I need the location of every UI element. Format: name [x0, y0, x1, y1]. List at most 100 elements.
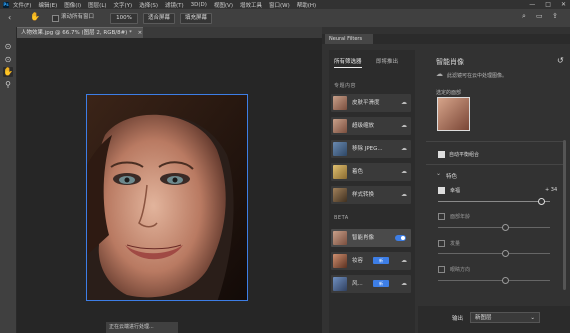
cloud-download-icon[interactable]: ☁ [400, 280, 408, 288]
cloud-download-icon[interactable]: ☁ [400, 145, 408, 153]
hair-thickness-label: 发量 [450, 241, 461, 247]
close-button[interactable]: ✕ [561, 1, 566, 8]
filter-style-transfer[interactable]: 样式转换 ☁ [331, 186, 411, 204]
filter-thumbnail [333, 119, 347, 133]
menu-3d[interactable]: 3D(D) [191, 2, 207, 8]
facial-age-checkbox[interactable] [438, 213, 445, 220]
filter-jpeg-artifacts[interactable]: 移除 JPEG... ☁ [331, 140, 411, 158]
search-icon[interactable]: ⌕ [522, 12, 526, 21]
scroll-all-checkbox[interactable] [52, 15, 59, 22]
filter-label: 样式转换 [352, 192, 375, 198]
menu-help[interactable]: 帮助(H) [297, 1, 316, 9]
scroll-all-label: 滚动所有窗口 [61, 14, 95, 20]
detail-scrollbar[interactable] [563, 140, 566, 290]
fill-screen-button[interactable]: 填充屏幕 [180, 13, 212, 24]
category-portraits: 专题内容 [334, 83, 357, 89]
menu-window[interactable]: 窗口(W) [269, 1, 290, 9]
selected-face-label: 选定的面部 [436, 90, 462, 96]
filter-label: 着色 [352, 169, 364, 175]
filter-colorize[interactable]: 着色 ☁ [331, 163, 411, 181]
cloud-download-icon[interactable]: ☁ [400, 122, 408, 130]
filter-thumbnail [333, 277, 347, 291]
zoom-tool-icon[interactable]: ⚲ [3, 80, 13, 90]
happiness-checkbox[interactable] [438, 187, 445, 194]
new-badge: 新 [373, 257, 389, 264]
filter-makeup-transfer[interactable]: 妆容 新 ☁ [331, 252, 411, 270]
tools-panel: ⊙ ⊙ ✋ ⚲ [0, 27, 17, 333]
neural-filters-tab[interactable]: Neural Filters [325, 34, 373, 44]
brush-tool-icon[interactable]: ⊙ [3, 55, 13, 65]
menu-layer[interactable]: 图层(L) [88, 1, 106, 9]
happiness-slider-track[interactable] [438, 201, 550, 202]
cloud-icon: ☁ [436, 70, 443, 78]
output-select[interactable]: 新图层 ⌄ [470, 312, 540, 323]
filter-thumbnail [333, 165, 347, 179]
tab-all-filters[interactable]: 所有筛选器 [334, 57, 362, 68]
menu-type[interactable]: 文字(Y) [114, 1, 133, 9]
document-tab[interactable]: 人物效果.jpg @ 66.7% (图层 2, RGB/8#) * × [17, 27, 143, 38]
filter-thumbnail [333, 96, 347, 110]
maximize-button[interactable]: □ [545, 1, 551, 8]
menu-plugins[interactable]: 增效工具 [240, 1, 262, 9]
eye-direction-slider-track[interactable] [438, 280, 550, 281]
new-badge: 新 [373, 280, 389, 287]
hair-thickness-slider-knob[interactable] [502, 250, 509, 257]
filter-super-zoom[interactable]: 超级缩放 ☁ [331, 117, 411, 135]
hair-thickness-checkbox[interactable] [438, 240, 445, 247]
divider [426, 164, 566, 165]
filter-enable-toggle[interactable] [395, 235, 406, 241]
hand-tool-icon[interactable]: ✋ [30, 12, 40, 22]
menu-file[interactable]: 文件(F) [13, 1, 31, 9]
menu-edit[interactable]: 编辑(E) [38, 1, 57, 9]
share-icon[interactable]: ⇪ [552, 12, 558, 20]
facial-age-slider-track[interactable] [438, 227, 550, 228]
tab-waitlist[interactable]: 即将推出 [376, 57, 398, 65]
filter-label: 妆容 [352, 258, 364, 264]
minimize-button[interactable]: — [529, 1, 535, 8]
processing-status: 正在云端进行处理... [106, 322, 178, 333]
menu-image[interactable]: 图像(I) [64, 1, 81, 9]
cloud-download-icon[interactable]: ☁ [400, 257, 408, 265]
document-tab-title: 人物效果.jpg @ 66.7% (图层 2, RGB/8#) * [21, 30, 132, 36]
happiness-label: 幸福 [450, 188, 461, 194]
menu-select[interactable]: 选择(S) [139, 1, 158, 9]
detail-title: 智能肖像 [436, 58, 464, 66]
section-label: 特色 [446, 174, 458, 180]
section-expand-icon[interactable]: ⌄ [436, 170, 441, 177]
filter-label: 超级缩放 [352, 123, 375, 129]
eye-direction-slider-knob[interactable] [502, 277, 509, 284]
menu-bar: Ps 文件(F) 编辑(E) 图像(I) 图层(L) 文字(Y) 选择(S) 滤… [0, 0, 570, 9]
auto-balance-checkbox[interactable] [438, 151, 445, 158]
cloud-download-icon[interactable]: ☁ [400, 191, 408, 199]
filter-smart-portrait[interactable]: 智能肖像 [331, 229, 411, 247]
cloud-download-icon[interactable]: ☁ [400, 168, 408, 176]
filter-skin-smoothing[interactable]: 皮肤平滑度 ☁ [331, 94, 411, 112]
happiness-slider-knob[interactable] [538, 198, 545, 205]
zoom-value-field[interactable]: 100% [110, 13, 138, 24]
filter-thumbnail [333, 254, 347, 268]
menu-view[interactable]: 视图(V) [214, 1, 233, 9]
face-tool-icon[interactable]: ⊙ [3, 42, 13, 52]
hair-thickness-slider-track[interactable] [438, 253, 550, 254]
eye-direction-label: 眼睛方向 [450, 267, 471, 273]
fit-screen-button[interactable]: 适合屏幕 [143, 13, 175, 24]
portrait-photo[interactable] [86, 94, 248, 301]
cloud-download-icon[interactable]: ☁ [400, 99, 408, 107]
reset-icon[interactable]: ↺ [557, 56, 564, 65]
facial-age-slider-knob[interactable] [502, 224, 509, 231]
happiness-value: + 34 [545, 187, 558, 193]
filter-thumbnail [333, 188, 347, 202]
filter-label: 移除 JPEG... [352, 146, 383, 152]
filter-landscape-mixer[interactable]: 风... 新 ☁ [331, 275, 411, 293]
eye-direction-checkbox[interactable] [438, 266, 445, 273]
chevron-down-icon: ⌄ [530, 315, 535, 321]
selected-face-thumbnail[interactable] [437, 97, 470, 131]
home-chevron-icon[interactable]: ‹ [8, 13, 11, 22]
filter-label: 风... [352, 281, 363, 287]
close-tab-icon[interactable]: × [138, 30, 143, 36]
window-controls: — □ ✕ [529, 0, 566, 9]
workspace-icon[interactable]: ▭ [536, 12, 543, 20]
hand-tool-icon[interactable]: ✋ [3, 67, 13, 77]
output-value: 新图层 [475, 315, 492, 321]
menu-filter[interactable]: 滤镜(T) [165, 1, 184, 9]
